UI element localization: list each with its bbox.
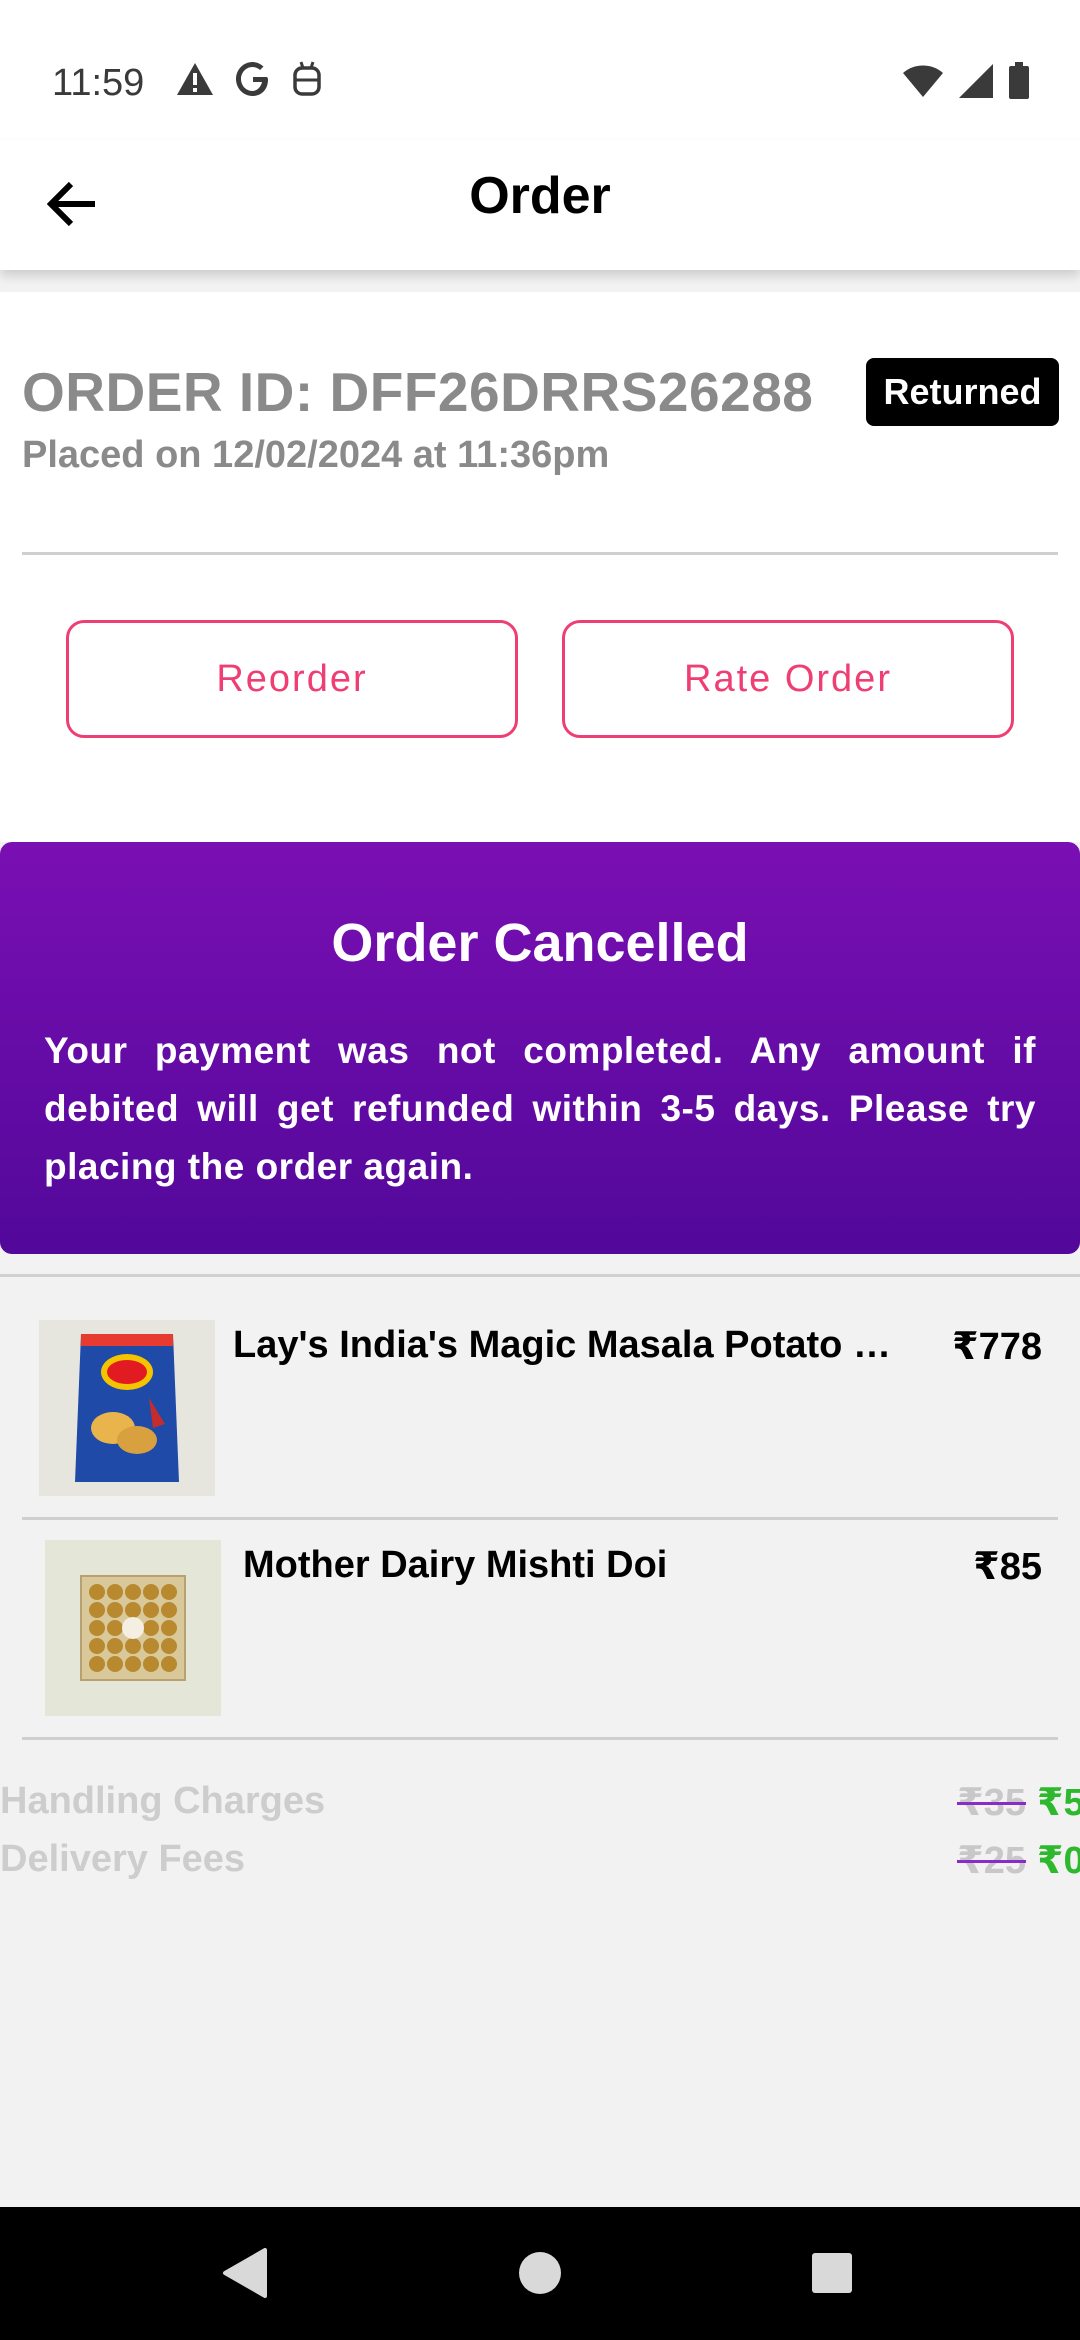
chocolate-box-image bbox=[45, 1540, 221, 1716]
wifi-icon bbox=[903, 65, 943, 97]
back-triangle-icon bbox=[223, 2248, 267, 2298]
item-price: ₹85 bbox=[973, 1546, 1042, 1588]
google-icon bbox=[236, 62, 268, 96]
warning-icon bbox=[177, 63, 213, 95]
item-price: ₹778 bbox=[952, 1326, 1042, 1368]
charge-label: Delivery Fees bbox=[0, 1838, 246, 1880]
home-circle-icon bbox=[519, 2252, 561, 2294]
nav-recents-button[interactable] bbox=[802, 2243, 862, 2303]
item-name: Mother Dairy Mishti Doi bbox=[243, 1544, 668, 1586]
list-item[interactable]: Mother Dairy Mishti Doi ₹85 bbox=[22, 1520, 1058, 1740]
signal-icon bbox=[959, 64, 993, 98]
status-notification-icons bbox=[176, 60, 322, 98]
order-id: ORDER ID: DFF26DRRS26288 bbox=[22, 361, 814, 423]
reorder-button[interactable]: Reorder bbox=[66, 620, 518, 738]
order-cancelled-banner: Order Cancelled Your payment was not com… bbox=[0, 842, 1080, 1254]
charge-original-price: ₹25 bbox=[957, 1840, 1026, 1882]
handling-charges-row: Handling Charges ₹35 ₹5 bbox=[0, 1780, 1080, 1838]
charge-discounted-price: ₹5 bbox=[1037, 1782, 1080, 1824]
battery-icon bbox=[1009, 62, 1029, 99]
charge-original-price: ₹35 bbox=[957, 1782, 1026, 1824]
order-summary-card: ORDER ID: DFF26DRRS26288 Placed on 12/02… bbox=[0, 292, 1080, 842]
list-item[interactable]: Lay's India's Magic Masala Potato Chi...… bbox=[22, 1300, 1058, 1520]
page-title: Order bbox=[469, 167, 611, 225]
android-robot-icon bbox=[293, 61, 321, 96]
divider bbox=[22, 552, 1058, 555]
order-placed-date: Placed on 12/02/2024 at 11:36pm bbox=[22, 434, 610, 476]
rate-order-button[interactable]: Rate Order bbox=[562, 620, 1014, 738]
divider bbox=[0, 1274, 1080, 1277]
status-bar: 11:59 bbox=[0, 0, 1080, 140]
delivery-fees-row: Delivery Fees ₹25 ₹0 bbox=[0, 1838, 1080, 1896]
chips-packet-image bbox=[39, 1320, 215, 1496]
charge-discounted-price: ₹0 bbox=[1037, 1840, 1080, 1882]
status-time: 11:59 bbox=[52, 62, 145, 104]
charges-section: Handling Charges ₹35 ₹5 Delivery Fees ₹2… bbox=[0, 1780, 1080, 1896]
app-bar: Order bbox=[0, 140, 1080, 270]
recents-square-icon bbox=[812, 2253, 852, 2293]
banner-title: Order Cancelled bbox=[331, 913, 749, 973]
status-system-icons bbox=[902, 62, 1030, 100]
nav-home-button[interactable] bbox=[510, 2243, 570, 2303]
charge-label: Handling Charges bbox=[0, 1780, 326, 1822]
system-nav-bar bbox=[0, 2207, 1080, 2340]
banner-message: Your payment was not completed. Any amou… bbox=[44, 1030, 1036, 1187]
nav-back-button[interactable] bbox=[214, 2243, 274, 2303]
item-name: Lay's India's Magic Masala Potato Chi... bbox=[233, 1324, 918, 1366]
status-badge: Returned bbox=[866, 358, 1059, 426]
